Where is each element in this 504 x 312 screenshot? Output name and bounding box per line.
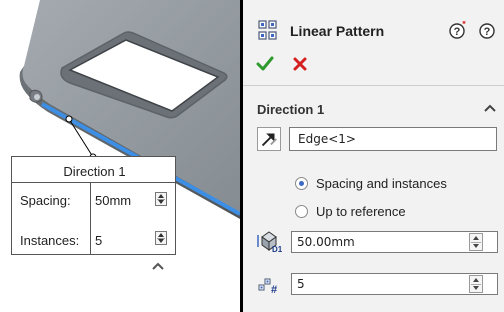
spacing-input[interactable]: 50.00mm	[291, 231, 498, 253]
reverse-direction-icon	[261, 133, 277, 147]
question-icon[interactable]: ?	[478, 21, 496, 39]
radio-label-spacing-and-instances[interactable]: Spacing and instances	[316, 176, 447, 191]
callout-values: 50mm 5	[90, 183, 176, 255]
reverse-direction-button[interactable]	[257, 127, 281, 151]
callout-instances-label: Instances:	[20, 233, 80, 248]
property-manager: Linear Pattern ? * ? Direction 1 Edge<1>…	[240, 0, 504, 312]
svg-text:*: *	[462, 21, 466, 29]
radio-label-up-to-reference[interactable]: Up to reference	[316, 204, 406, 219]
edge-reference-field[interactable]: Edge<1>	[289, 127, 497, 151]
instances-input[interactable]: 5	[291, 273, 498, 295]
callout-spacing-label: Spacing:	[20, 193, 71, 208]
chevron-up-icon[interactable]	[152, 261, 164, 271]
x-icon[interactable]	[291, 55, 309, 73]
help-icon[interactable]: ? *	[449, 21, 467, 39]
corner-feature	[29, 89, 43, 103]
leader-anchor	[65, 115, 73, 123]
checkmark-icon[interactable]	[256, 55, 274, 73]
divider	[243, 85, 504, 86]
callout-spacing-spinner[interactable]	[155, 192, 167, 206]
svg-text:D1: D1	[272, 245, 282, 253]
direction-callout: Direction 1 Spacing: Instances: 50mm 5	[11, 156, 177, 255]
graphics-viewport[interactable]: Direction 1 Spacing: Instances: 50mm 5	[0, 0, 240, 312]
panel-title: Linear Pattern	[290, 23, 385, 39]
instances-spinner[interactable]	[469, 275, 483, 293]
svg-text:#: #	[271, 284, 277, 295]
chevron-up-icon[interactable]	[484, 103, 496, 113]
callout-instances-input[interactable]: 5	[95, 233, 102, 248]
linear-pattern-icon	[258, 20, 277, 40]
svg-text:?: ?	[484, 26, 491, 38]
callout-instances-spinner[interactable]	[155, 231, 167, 245]
spacing-spinner[interactable]	[469, 233, 483, 251]
spacing-icon: D1	[257, 231, 282, 253]
radio-spacing-and-instances[interactable]	[295, 177, 308, 190]
instances-icon: #	[258, 278, 277, 295]
callout-spacing-input[interactable]: 50mm	[95, 193, 131, 208]
callout-title: Direction 1	[12, 157, 177, 183]
svg-text:?: ?	[454, 26, 461, 38]
radio-up-to-reference[interactable]	[295, 205, 308, 218]
section-header-direction-1[interactable]: Direction 1	[257, 102, 324, 117]
